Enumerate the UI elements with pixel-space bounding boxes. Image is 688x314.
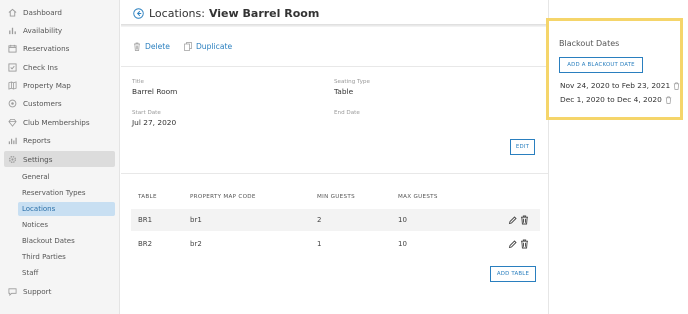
seating-type-value: Table	[334, 87, 354, 96]
checkin-icon	[8, 62, 17, 72]
pencil-icon[interactable]	[508, 215, 517, 225]
sidebar-item-label: Reservations	[23, 43, 70, 53]
add-blackout-date-button[interactable]: ADD A BLACKOUT DATE	[559, 57, 643, 73]
seating-type-label: Seating Type	[334, 79, 370, 85]
blackout-dates-title: Blackout Dates	[559, 39, 620, 48]
trash-icon[interactable]	[673, 81, 680, 90]
home-icon	[8, 8, 17, 17]
title-value: Barrel Room	[132, 87, 178, 96]
sidebar-item-check-ins[interactable]: Check Ins	[4, 59, 115, 75]
table-row: BR1 br1 2 10	[131, 209, 540, 231]
cell-max-guests: 10	[398, 240, 407, 248]
calendar-icon	[8, 44, 17, 53]
row-actions	[505, 239, 529, 249]
sidebar-item-label: Reports	[23, 135, 51, 145]
blackout-date-row: Dec 1, 2020 to Dec 4, 2020	[560, 95, 672, 104]
add-table-button[interactable]: ADD TABLE	[490, 266, 536, 282]
trash-icon[interactable]	[665, 95, 672, 104]
page-title-prefix: Locations:	[149, 6, 205, 20]
column-header-property-map-code: PROPERTY MAP CODE	[190, 194, 256, 200]
reports-icon	[8, 136, 17, 145]
section-divider	[121, 66, 548, 67]
sidebar-item-property-map[interactable]: Property Map	[4, 77, 115, 93]
customers-icon	[8, 99, 17, 108]
end-date-label: End Date	[334, 110, 360, 116]
column-header-min-guests: MIN GUESTS	[317, 194, 355, 200]
sidebar-item-customers[interactable]: Customers	[4, 95, 115, 111]
sidebar-item-availability[interactable]: Availability	[4, 22, 115, 38]
sidebar-item-label: Dashboard	[23, 7, 62, 17]
cell-min-guests: 2	[317, 216, 322, 224]
start-date-value: Jul 27, 2020	[132, 118, 177, 127]
sidebar-subitem-general[interactable]: General	[18, 170, 115, 184]
sidebar-item-label: Club Memberships	[23, 117, 90, 127]
gear-icon	[8, 155, 17, 164]
map-icon	[8, 80, 17, 90]
back-arrow-icon[interactable]	[133, 7, 144, 19]
start-date-label: Start Date	[132, 110, 161, 116]
delete-button[interactable]: Delete	[133, 42, 170, 51]
diamond-icon	[8, 118, 17, 127]
sidebar: Dashboard Availability Reservations Chec…	[0, 0, 120, 314]
main-content: Locations: View Barrel Room Delete Dupli…	[121, 0, 548, 314]
bars-icon	[8, 26, 17, 35]
title-label: Title	[132, 79, 144, 85]
sidebar-item-label: Check Ins	[23, 62, 58, 72]
cell-min-guests: 1	[317, 240, 322, 248]
sidebar-item-club-memberships[interactable]: Club Memberships	[4, 114, 115, 130]
duplicate-button[interactable]: Duplicate	[184, 42, 232, 51]
sidebar-item-support[interactable]: Support	[4, 283, 115, 299]
sidebar-subitem-blackout-dates[interactable]: Blackout Dates	[18, 234, 115, 248]
table-row: BR2 br2 1 10	[131, 233, 540, 255]
cell-property-map-code: br1	[190, 216, 202, 224]
cell-table: BR1	[138, 216, 153, 224]
sidebar-item-label: Support	[23, 286, 52, 296]
column-header-table: TABLE	[138, 194, 157, 200]
row-actions	[505, 215, 529, 225]
blackout-date-range: Nov 24, 2020 to Feb 23, 2021	[560, 81, 671, 90]
sidebar-item-settings[interactable]: Settings	[4, 151, 115, 167]
duplicate-label: Duplicate	[195, 42, 233, 51]
trash-icon[interactable]	[520, 215, 529, 225]
support-icon	[8, 287, 17, 296]
sidebar-subitem-staff[interactable]: Staff	[18, 266, 115, 280]
sidebar-subitem-third-parties[interactable]: Third Parties	[18, 250, 115, 264]
copy-icon	[184, 42, 192, 51]
blackout-date-row: Nov 24, 2020 to Feb 23, 2021	[560, 81, 680, 90]
trash-icon[interactable]	[520, 239, 529, 249]
sidebar-item-reports[interactable]: Reports	[4, 132, 115, 148]
edit-button[interactable]: EDIT	[510, 139, 535, 155]
sidebar-item-dashboard[interactable]: Dashboard	[4, 4, 115, 20]
column-header-max-guests: MAX GUESTS	[398, 194, 438, 200]
sidebar-item-label: Property Map	[23, 80, 71, 90]
pencil-icon[interactable]	[508, 239, 517, 249]
trash-icon	[134, 42, 140, 51]
sidebar-item-reservations[interactable]: Reservations	[4, 40, 115, 56]
section-divider	[121, 173, 548, 174]
sidebar-item-label: Settings	[23, 154, 53, 164]
sidebar-subitem-locations[interactable]: Locations	[18, 202, 115, 216]
sidebar-subitem-reservation-types[interactable]: Reservation Types	[18, 186, 115, 200]
page-title-name: View Barrel Room	[208, 6, 320, 20]
cell-property-map-code: br2	[190, 240, 202, 248]
cell-max-guests: 10	[398, 216, 407, 224]
blackout-date-range: Dec 1, 2020 to Dec 4, 2020	[560, 95, 662, 104]
sidebar-item-label: Customers	[23, 98, 62, 108]
cell-table: BR2	[138, 240, 153, 248]
sidebar-item-label: Availability	[23, 25, 63, 35]
delete-label: Delete	[145, 42, 170, 51]
header-divider	[121, 24, 548, 27]
sidebar-subitem-notices[interactable]: Notices	[18, 218, 115, 232]
action-bar: Delete Duplicate	[133, 42, 246, 51]
page-title: Locations: View Barrel Room	[133, 5, 319, 21]
